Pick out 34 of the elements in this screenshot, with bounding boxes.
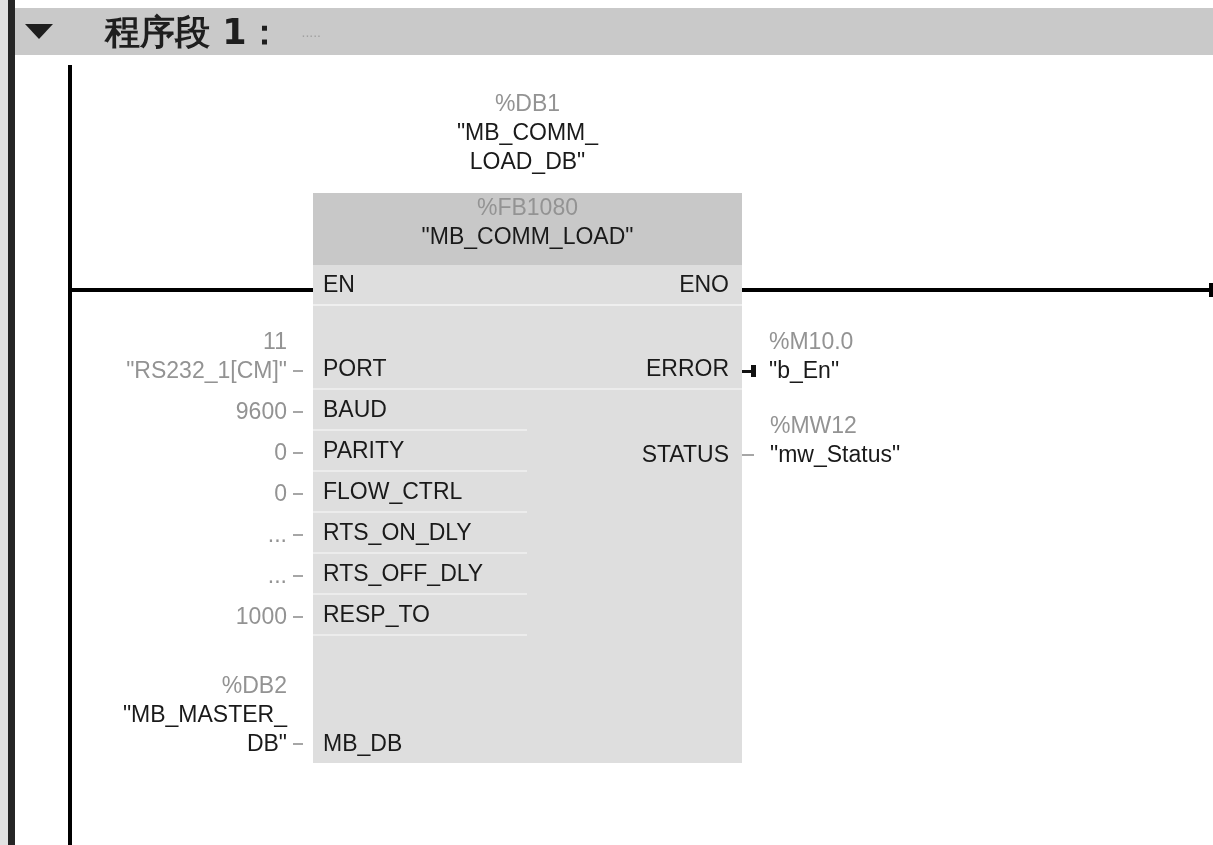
pin-label: ERROR — [645, 354, 729, 383]
pin-label: PARITY — [323, 436, 405, 465]
pin-label: PORT — [323, 354, 387, 383]
pin-label: STATUS — [641, 440, 729, 469]
operand-address: %MW12 — [770, 411, 857, 440]
operand-value: "RS232_1[CM]" — [126, 356, 287, 385]
pin-label: RTS_ON_DLY — [323, 518, 472, 547]
block-name: "MB_COMM_LOAD" — [421, 222, 634, 251]
pin-label: RESP_TO — [323, 600, 430, 629]
operand-address: %M10.0 — [769, 327, 854, 356]
operand-value: 0 — [274, 479, 287, 508]
operand-address: %DB2 — [221, 671, 287, 700]
pin-label: MB_DB — [323, 729, 403, 758]
caret-icon[interactable] — [25, 24, 53, 39]
pin-label: FLOW_CTRL — [323, 477, 463, 506]
pin-label: RTS_OFF_DLY — [323, 559, 484, 588]
operand-value: "b_En" — [769, 356, 840, 385]
pin-label: ENO — [679, 270, 729, 299]
connector-line — [742, 453, 754, 456]
pin-label: BAUD — [323, 395, 387, 424]
operand-value: "MB_MASTER_ DB" — [122, 700, 287, 758]
network-comment: ..... — [301, 23, 321, 40]
operand-address: 11 — [263, 327, 287, 356]
instance-db-address: %DB1 — [494, 89, 561, 118]
instance-db-name: "MB_COMM_ LOAD_DB" — [456, 118, 599, 176]
pin-label: EN — [323, 270, 355, 299]
operand-value: 1000 — [235, 602, 287, 631]
connector-line — [742, 364, 756, 377]
operand-value: ... — [267, 561, 287, 590]
operand-value: ... — [267, 520, 287, 549]
operand-value: "mw_Status" — [770, 440, 901, 469]
operand-value: 0 — [274, 438, 287, 467]
network-title: 程序段 1： — [105, 10, 282, 54]
operand-value: 9600 — [235, 397, 287, 426]
